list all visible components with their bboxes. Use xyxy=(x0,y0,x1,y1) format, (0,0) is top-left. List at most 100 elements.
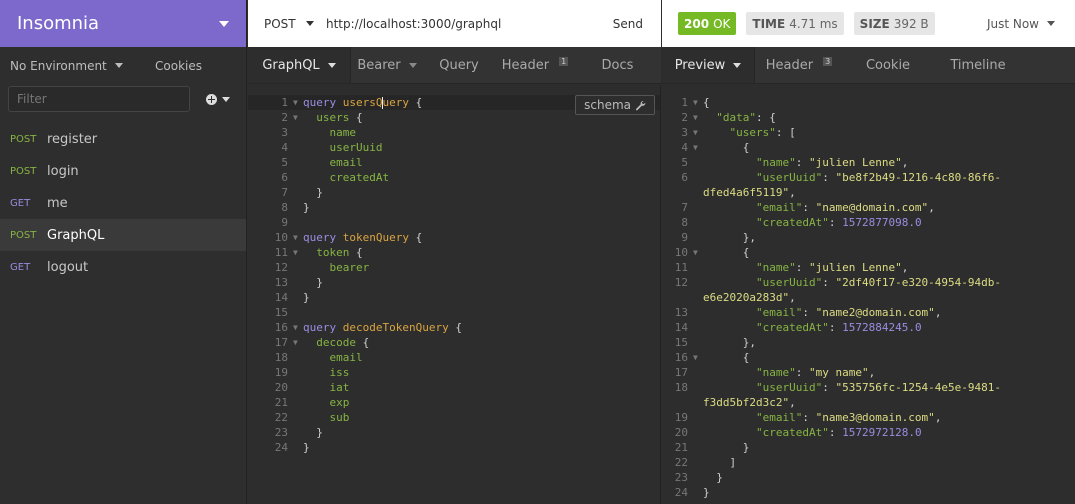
workspace-menu[interactable]: Insomnia xyxy=(0,0,246,47)
code-line: 18 "userUuid": "535756fc-1254-4e5e-9481- xyxy=(662,380,1075,395)
code-token: "name" xyxy=(755,156,796,169)
code-line: 5 "name": "julien Lenne", xyxy=(662,155,1075,170)
code-token: , xyxy=(789,186,796,199)
fold-arrow-icon[interactable]: ▼ xyxy=(290,110,303,125)
code-line: 6 createdAt xyxy=(248,170,660,185)
code-token: { xyxy=(408,231,423,244)
fold-arrow-icon[interactable]: ▼ xyxy=(690,110,703,125)
tab-label: Preview xyxy=(674,57,726,73)
code-line: 21 } xyxy=(662,440,1075,455)
request-name: login xyxy=(47,163,79,179)
line-number: 17 xyxy=(674,366,688,379)
line-number: 6 xyxy=(281,171,288,184)
query-code[interactable]: 1 ▼ query usersQuery {2 ▼ users {3 name 4 us… xyxy=(248,95,660,455)
method-select[interactable]: POST xyxy=(248,17,326,31)
line-number: 20 xyxy=(274,381,288,394)
code-token: "userUuid" xyxy=(755,276,823,289)
code-line: 20 iat xyxy=(248,380,660,395)
filter-input[interactable] xyxy=(8,86,190,112)
send-button[interactable]: Send xyxy=(603,17,661,31)
history-dropdown[interactable]: Just Now xyxy=(987,17,1055,31)
line-number: 1 xyxy=(281,96,288,109)
add-request-button[interactable] xyxy=(206,93,230,105)
code-text: "users": [ xyxy=(703,125,796,140)
tab-bearer[interactable]: Bearer xyxy=(351,47,423,83)
method-label: POST xyxy=(264,16,296,31)
tab-cookie[interactable]: Cookie xyxy=(843,47,933,83)
time-label: TIME xyxy=(752,16,786,31)
fold-arrow-icon[interactable]: ▼ xyxy=(290,245,303,260)
chevron-down-icon xyxy=(114,63,123,68)
code-text: } xyxy=(303,290,310,305)
request-item-login[interactable]: POST login xyxy=(0,155,246,187)
code-token: uery xyxy=(382,96,410,109)
code-text: } xyxy=(703,440,750,455)
fold-arrow-icon[interactable]: ▼ xyxy=(690,95,703,110)
status-code: 200 xyxy=(684,16,710,31)
code-line: 7 } xyxy=(248,185,660,200)
cookies-button[interactable]: Cookies xyxy=(155,59,202,73)
tab-header[interactable]: Header 1 xyxy=(495,47,575,83)
code-token: "name" xyxy=(755,366,796,379)
tab-graphql[interactable]: GraphQL xyxy=(248,47,351,83)
fold-arrow-icon[interactable]: ▼ xyxy=(290,320,303,335)
tab-docs[interactable]: Docs xyxy=(575,47,660,83)
tab-preview[interactable]: Preview xyxy=(662,47,755,83)
code-text: } xyxy=(703,470,723,485)
request-item-logout[interactable]: GET logout xyxy=(0,251,246,283)
line-number: 2 xyxy=(681,111,688,124)
size-value: 392 B xyxy=(893,16,929,31)
code-token: , xyxy=(901,156,909,169)
url-input[interactable] xyxy=(326,16,603,31)
tab-query[interactable]: Query xyxy=(423,47,495,83)
code-text: "name": "julien Lenne", xyxy=(703,260,908,275)
environment-select[interactable]: No Environment xyxy=(10,59,123,73)
line-number: 4 xyxy=(681,141,688,154)
fold-arrow-icon[interactable]: ▼ xyxy=(290,335,303,350)
code-line: 19 iss xyxy=(248,365,660,380)
response-preview[interactable]: 1 ▼{2 ▼ "data": {3 ▼ "users": [4 ▼ {5 "name"… xyxy=(662,85,1075,504)
request-item-me[interactable]: GET me xyxy=(0,187,246,219)
line-number: 23 xyxy=(674,471,688,484)
code-line: 17 "name": "my name", xyxy=(662,365,1075,380)
fold-arrow-icon[interactable]: ▼ xyxy=(290,230,303,245)
schema-button[interactable]: schema xyxy=(575,95,655,115)
code-token: 1572877098.0 xyxy=(842,216,922,229)
fold-arrow-icon[interactable]: ▼ xyxy=(290,95,303,110)
code-line: 8} xyxy=(248,200,660,215)
code-line: 12 bearer xyxy=(248,260,660,275)
code-line: 11 "name": "julien Lenne", xyxy=(662,260,1075,275)
code-text: createdAt xyxy=(303,170,389,185)
query-editor[interactable]: 1 ▼ query usersQuery {2 ▼ users {3 name 4 us… xyxy=(248,85,661,504)
sidebar: Insomnia No Environment Cookies POST regi… xyxy=(0,0,247,504)
fold-arrow-icon[interactable]: ▼ xyxy=(690,350,703,365)
code-line: 19 "email": "name3@domain.com", xyxy=(662,410,1075,425)
fold-arrow-icon[interactable]: ▼ xyxy=(690,125,703,140)
code-token: { xyxy=(448,321,462,334)
code-token: }, xyxy=(703,336,756,349)
request-name: register xyxy=(47,131,98,147)
tab-timeline[interactable]: Timeline xyxy=(933,47,1023,83)
code-line: 9 xyxy=(248,215,660,230)
code-line: 10 ▼ query tokenQuery { xyxy=(248,230,660,245)
code-token: } xyxy=(303,291,310,304)
fold-arrow-icon[interactable]: ▼ xyxy=(690,245,703,260)
code-token: ] xyxy=(703,456,737,469)
request-item-graphql[interactable]: POST GraphQL xyxy=(0,219,246,251)
request-item-register[interactable]: POST register xyxy=(0,123,246,155)
tab-header[interactable]: Header 3 xyxy=(755,47,843,83)
code-token: "name@domain.com" xyxy=(815,201,929,214)
code-token: : xyxy=(802,201,816,214)
fold-arrow-icon[interactable]: ▼ xyxy=(690,140,703,155)
code-token: "535756fc-1254-4e5e-9481- xyxy=(835,381,1002,394)
code-token: } xyxy=(303,201,310,214)
code-text: }, xyxy=(703,335,756,350)
